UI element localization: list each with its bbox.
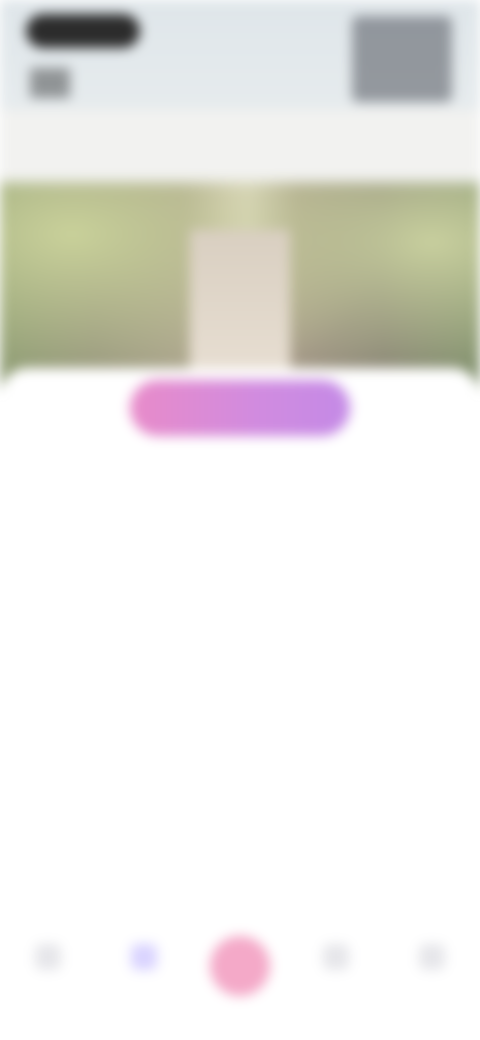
nav-item-explore[interactable] <box>108 932 180 1022</box>
nav-item-home[interactable] <box>12 932 84 1022</box>
app-screen <box>0 0 480 1040</box>
profile-icon <box>419 944 445 970</box>
explore-icon <box>131 944 157 970</box>
back-button[interactable] <box>26 14 140 48</box>
hero-building <box>0 110 480 180</box>
header-action-button[interactable] <box>352 16 452 102</box>
hero-path <box>190 230 290 390</box>
add-icon <box>210 936 270 996</box>
nav-item-add[interactable] <box>204 932 276 1022</box>
home-icon <box>35 944 61 970</box>
hero-window <box>30 68 70 98</box>
message-icon <box>323 944 349 970</box>
nav-item-profile[interactable] <box>396 932 468 1022</box>
nav-item-message[interactable] <box>300 932 372 1022</box>
bottom-navigation <box>0 918 480 1040</box>
primary-action-button[interactable] <box>130 380 350 436</box>
